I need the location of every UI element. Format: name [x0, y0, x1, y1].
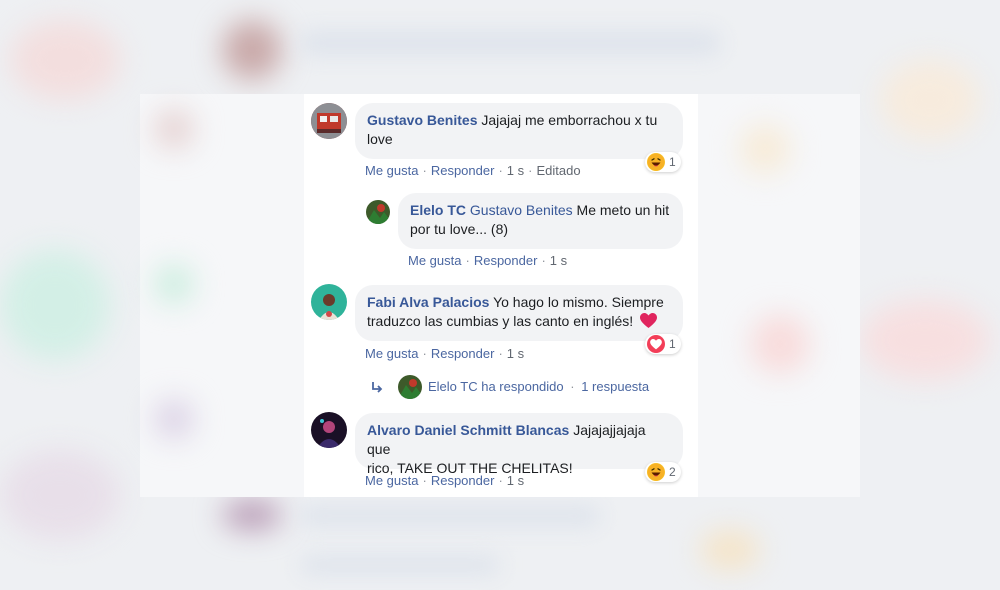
comment-bubble: Fabi Alva Palacios Yo hago lo mismo. Sie… [355, 285, 683, 341]
reaction-summary[interactable]: 2 [645, 462, 681, 482]
reaction-summary[interactable]: 1 [645, 152, 681, 172]
comment-text-cont: love [367, 131, 393, 147]
comment-bubble: Alvaro Daniel Schmitt Blancas Jajajajjaj… [355, 413, 683, 476]
timestamp[interactable]: 1 s [507, 473, 524, 488]
avatar-photo-icon [311, 412, 347, 448]
timestamp[interactable]: 1 s [550, 253, 567, 268]
comment-author[interactable]: Fabi Alva Palacios [367, 294, 489, 310]
avatar-photo-icon [366, 200, 390, 224]
reaction-count: 2 [669, 465, 676, 479]
avatar [398, 375, 422, 399]
reply-text: Me meto un hit [576, 202, 670, 218]
reply-bubble: Elelo TC Gustavo Benites Me meto un hit … [398, 193, 683, 249]
comment-text: Jajajaj me emborrachou x tu [481, 112, 658, 128]
avatar[interactable] [366, 200, 390, 224]
avatar[interactable] [311, 412, 347, 448]
replied-text[interactable]: Elelo TC ha respondido [428, 379, 564, 394]
comment-text-cont: traduzco las cumbias y las canto en ingl… [367, 313, 634, 329]
reply-link[interactable]: Responder [431, 346, 495, 361]
comment-actions: Me gusta · Responder · 1 s [365, 346, 525, 361]
reply-author[interactable]: Elelo TC [410, 202, 466, 218]
reaction-summary[interactable]: 1 [645, 334, 681, 354]
reaction-count: 1 [669, 337, 676, 351]
comment-bubble: Gustavo Benites Jajajaj me emborrachou x… [355, 103, 683, 159]
comment-author[interactable]: Alvaro Daniel Schmitt Blancas [367, 422, 569, 438]
reply-link[interactable]: Responder [431, 163, 495, 178]
haha-icon [647, 153, 665, 171]
reply-link[interactable]: Responder [474, 253, 538, 268]
avatar-photo-icon [311, 103, 347, 139]
avatar-photo-icon [398, 375, 422, 399]
like-link[interactable]: Me gusta [365, 473, 418, 488]
reply-arrow-icon [370, 381, 384, 398]
comment-author[interactable]: Gustavo Benites [367, 112, 477, 128]
comment-actions: Me gusta · Responder · 1 s [365, 473, 525, 488]
timestamp[interactable]: 1 s [507, 346, 524, 361]
heart-emoji-icon [640, 313, 658, 334]
timestamp[interactable]: 1 s [507, 163, 524, 178]
avatar[interactable] [311, 284, 347, 320]
like-link[interactable]: Me gusta [408, 253, 461, 268]
haha-icon [647, 463, 665, 481]
edited-label[interactable]: Editado [536, 163, 580, 178]
reaction-count: 1 [669, 155, 676, 169]
reply-link[interactable]: Responder [431, 473, 495, 488]
reply-text-cont: por tu love... (8) [410, 221, 509, 237]
reply-actions: Me gusta · Responder · 1 s [408, 253, 568, 268]
comment-text: Yo hago lo mismo. Siempre [493, 294, 664, 310]
avatar[interactable] [311, 103, 347, 139]
separator: · [570, 379, 575, 394]
replied-summary[interactable]: Elelo TC ha respondido · 1 respuesta [428, 379, 649, 394]
avatar-photo-icon [311, 284, 347, 320]
like-link[interactable]: Me gusta [365, 346, 418, 361]
reply-mention[interactable]: Gustavo Benites [470, 202, 573, 218]
love-icon [647, 335, 665, 353]
replies-count[interactable]: 1 respuesta [581, 379, 649, 394]
comment-actions: Me gusta · Responder · 1 s · Editado [365, 163, 581, 178]
like-link[interactable]: Me gusta [365, 163, 418, 178]
